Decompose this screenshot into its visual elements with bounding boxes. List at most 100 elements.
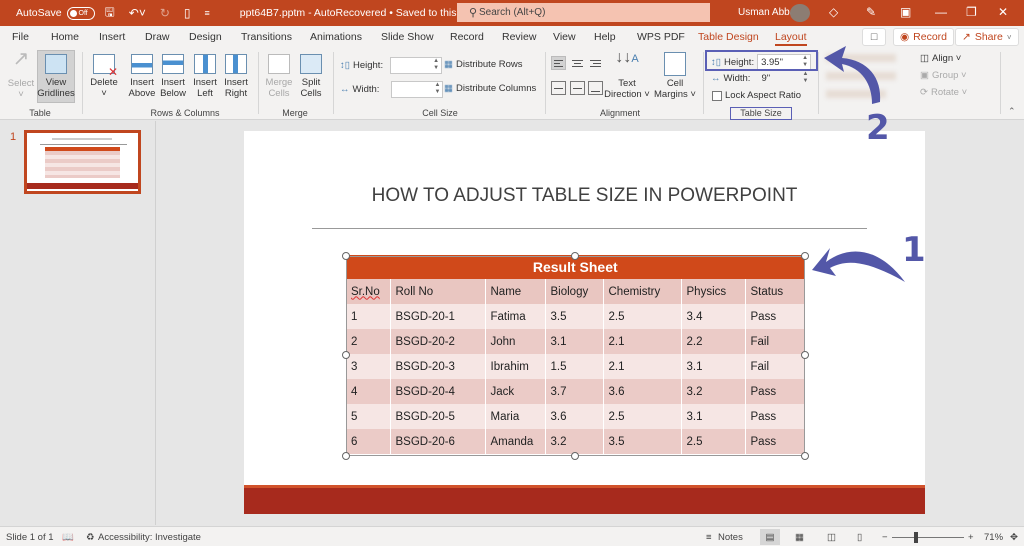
table-cell[interactable]: Maria bbox=[485, 404, 546, 429]
comments-button[interactable]: □ bbox=[862, 28, 886, 46]
table-cell[interactable]: Pass bbox=[745, 304, 805, 329]
table-cell[interactable]: 3.7 bbox=[545, 379, 604, 404]
column-header[interactable]: Sr.No bbox=[346, 279, 391, 304]
spinner-icon[interactable]: ▲ ▼ bbox=[433, 58, 439, 72]
distribute-rows-button[interactable]: ▦ Distribute Rows bbox=[444, 59, 523, 70]
lock-aspect-ratio-checkbox[interactable]: Lock Aspect Ratio bbox=[712, 90, 801, 101]
tab-design[interactable]: Design bbox=[189, 31, 222, 43]
table-cell[interactable]: BSGD-20-2 bbox=[390, 329, 486, 354]
redo-icon[interactable]: ↻ bbox=[160, 6, 170, 20]
table-cell[interactable]: BSGD-20-5 bbox=[390, 404, 486, 429]
tab-file[interactable]: File bbox=[12, 31, 29, 43]
reading-view-icon[interactable]: ◫ bbox=[827, 532, 836, 543]
table-cell[interactable]: 6 bbox=[346, 429, 391, 454]
cell-width-input[interactable]: ▲ ▼ bbox=[391, 81, 444, 98]
table-cell[interactable]: 2.5 bbox=[603, 404, 682, 429]
table-cell[interactable]: BSGD-20-4 bbox=[390, 379, 486, 404]
table-cell[interactable]: 3.1 bbox=[681, 404, 746, 429]
insert-left-button[interactable]: Insert Left bbox=[190, 54, 220, 99]
slide-title[interactable]: HOW TO ADJUST TABLE SIZE IN POWERPOINT bbox=[244, 185, 925, 207]
align-left-button[interactable] bbox=[551, 56, 566, 70]
fit-to-window-icon[interactable]: ✥ bbox=[1010, 532, 1018, 543]
tab-record[interactable]: Record bbox=[450, 31, 484, 43]
restore-icon[interactable]: ❐ bbox=[966, 5, 977, 19]
table-cell[interactable]: 2.5 bbox=[603, 304, 682, 329]
table-cell[interactable]: 3.6 bbox=[545, 404, 604, 429]
undo-icon[interactable]: ↶˅ bbox=[129, 6, 146, 20]
table-cell[interactable]: Fail bbox=[745, 329, 805, 354]
table-cell[interactable]: 2.5 bbox=[681, 429, 746, 454]
resize-handle-top[interactable] bbox=[571, 252, 579, 260]
accessibility-status[interactable]: Accessibility: Investigate bbox=[98, 532, 201, 543]
resize-handle-right[interactable] bbox=[801, 351, 809, 359]
align-button[interactable]: ◫ Align ˅ bbox=[920, 53, 961, 64]
table-cell[interactable]: 2 bbox=[346, 329, 391, 354]
slideshow-icon[interactable]: ▯ bbox=[857, 532, 862, 543]
table-cell[interactable]: 3.2 bbox=[681, 379, 746, 404]
tab-home[interactable]: Home bbox=[51, 31, 79, 43]
delete-button[interactable]: ✕ Delete ˅ bbox=[88, 54, 120, 99]
minimize-icon[interactable]: — bbox=[935, 5, 947, 19]
align-right-button[interactable] bbox=[588, 56, 603, 70]
table-cell[interactable]: 3.1 bbox=[545, 329, 604, 354]
table-cell[interactable]: 3.5 bbox=[603, 429, 682, 454]
table-cell[interactable]: 3.5 bbox=[545, 304, 604, 329]
table-cell[interactable]: Pass bbox=[745, 429, 805, 454]
table-cell[interactable]: 3.4 bbox=[681, 304, 746, 329]
column-header[interactable]: Physics bbox=[681, 279, 746, 304]
table-cell[interactable]: 4 bbox=[346, 379, 391, 404]
column-header[interactable]: Name bbox=[485, 279, 546, 304]
table-cell[interactable]: Jack bbox=[485, 379, 546, 404]
avatar[interactable] bbox=[790, 4, 810, 22]
table-width-input[interactable]: 9" ▲ ▼ bbox=[757, 70, 811, 87]
search-box[interactable]: ⚲ Search (Alt+Q) bbox=[457, 3, 710, 22]
insert-above-button[interactable]: Insert Above bbox=[127, 54, 157, 99]
table-cell[interactable]: Ibrahim bbox=[485, 354, 546, 379]
column-header[interactable]: Status bbox=[745, 279, 805, 304]
notes-button[interactable]: Notes bbox=[718, 532, 743, 543]
tab-draw[interactable]: Draw bbox=[145, 31, 170, 43]
table-cell[interactable]: Pass bbox=[745, 404, 805, 429]
result-table[interactable]: Result Sheet Sr.No Roll No Name Biology … bbox=[346, 255, 805, 454]
column-header[interactable]: Roll No bbox=[390, 279, 486, 304]
table-cell[interactable]: 2.1 bbox=[603, 329, 682, 354]
zoom-in-icon[interactable]: + bbox=[968, 532, 974, 543]
table-cell[interactable]: 2.2 bbox=[681, 329, 746, 354]
table-cell[interactable]: 1 bbox=[346, 304, 391, 329]
slide-sorter-icon[interactable]: ▦ bbox=[795, 532, 804, 543]
pen-icon[interactable]: ✎ bbox=[866, 5, 876, 19]
table-cell[interactable]: 3.6 bbox=[603, 379, 682, 404]
select-button[interactable]: ↗ Select ˅ bbox=[6, 49, 36, 100]
slide-thumbnail[interactable] bbox=[24, 130, 141, 194]
column-header[interactable]: Biology bbox=[545, 279, 604, 304]
present-icon[interactable]: ▯ bbox=[184, 6, 191, 20]
autosave-toggle[interactable]: Off bbox=[66, 6, 95, 20]
notes-icon[interactable]: ≡ bbox=[706, 532, 712, 543]
align-bottom-button[interactable] bbox=[588, 81, 603, 95]
table-cell[interactable]: 2.1 bbox=[603, 354, 682, 379]
bring-forward-blurred[interactable] bbox=[826, 54, 896, 62]
customize-qat-icon[interactable]: ≡ bbox=[205, 8, 210, 18]
tab-wps-pdf[interactable]: WPS PDF bbox=[637, 31, 685, 43]
autosave-control[interactable]: AutoSave Off bbox=[16, 6, 95, 20]
text-direction-button[interactable]: ↓↓A Text Direction ˅ bbox=[604, 50, 650, 101]
selection-pane-blurred[interactable] bbox=[826, 90, 886, 98]
table-cell[interactable]: 5 bbox=[346, 404, 391, 429]
align-middle-button[interactable] bbox=[570, 81, 585, 95]
column-header[interactable]: Chemistry bbox=[603, 279, 682, 304]
tab-view[interactable]: View bbox=[553, 31, 576, 43]
collapse-ribbon-icon[interactable]: ⌃ bbox=[1008, 106, 1016, 117]
merge-cells-button[interactable]: Merge Cells bbox=[264, 54, 294, 99]
resize-handle-top-right[interactable] bbox=[801, 252, 809, 260]
tab-transitions[interactable]: Transitions bbox=[241, 31, 292, 43]
align-center-button[interactable] bbox=[570, 56, 585, 70]
align-top-button[interactable] bbox=[551, 81, 566, 95]
tab-slide-show[interactable]: Slide Show bbox=[381, 31, 434, 43]
rotate-button[interactable]: ⟳ Rotate ˅ bbox=[920, 87, 967, 98]
resize-handle-bottom-left[interactable] bbox=[342, 452, 350, 460]
cell-margins-button[interactable]: Cell Margins ˅ bbox=[652, 52, 698, 100]
zoom-level[interactable]: 71% bbox=[984, 532, 1003, 543]
resize-handle-top-left[interactable] bbox=[342, 252, 350, 260]
split-cells-button[interactable]: Split Cells bbox=[296, 54, 326, 99]
checkbox-icon[interactable] bbox=[712, 90, 722, 101]
